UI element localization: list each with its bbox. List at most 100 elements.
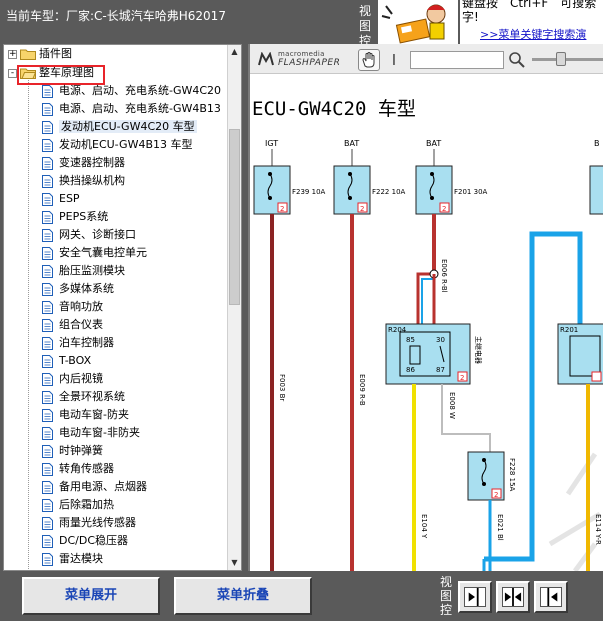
- view-split-button[interactable]: [496, 581, 530, 613]
- fuse-f228[interactable]: 2 F228 15A: [467, 451, 516, 501]
- flashpaper-logo: macromedia FLASHPAPER: [258, 50, 348, 70]
- panel-split-icon: [502, 587, 524, 607]
- tree-item[interactable]: 泊车控制器: [42, 334, 114, 352]
- tree-item[interactable]: 变速器控制器: [42, 154, 125, 172]
- wire-label: E114 Y-R: [594, 514, 602, 545]
- tree-item[interactable]: 时钟弹簧: [42, 442, 103, 460]
- tree-item[interactable]: 电源、启动、充电系统-GW4B13: [42, 100, 221, 118]
- scroll-down-arrow-icon[interactable]: ▼: [228, 556, 241, 570]
- text-select-tool[interactable]: I: [386, 49, 402, 71]
- document-icon: [42, 498, 53, 512]
- tree-item[interactable]: 电动车窗-防夹: [42, 406, 129, 424]
- fuse-source-label: B: [594, 139, 600, 148]
- scrollbar-thumb[interactable]: [229, 129, 240, 305]
- document-icon: [42, 480, 53, 494]
- tree-item-label: 电动车窗-防夹: [59, 408, 129, 421]
- page-number-input[interactable]: [410, 51, 504, 69]
- tree-root-plugin-diagram[interactable]: + 插件图: [8, 45, 72, 63]
- tree-item[interactable]: ESP: [42, 190, 80, 208]
- view-left-button[interactable]: [458, 581, 492, 613]
- tree-item[interactable]: 发动机ECU-GW4B13 车型: [42, 136, 193, 154]
- search-hint-line2: 字!: [462, 10, 479, 24]
- magnifier-icon[interactable]: [508, 51, 526, 69]
- tree-item-label: 转角传感器: [59, 462, 114, 475]
- document-icon: [42, 516, 53, 530]
- tree-item[interactable]: PEPS系统: [42, 208, 108, 226]
- zoom-slider-thumb[interactable]: [556, 52, 566, 66]
- tree-item[interactable]: 换挡操纵机构: [42, 172, 125, 190]
- fuse-f239[interactable]: IGT 2 F239 10A: [253, 139, 326, 215]
- tree-item-label: ESP: [59, 192, 80, 205]
- tree-item[interactable]: 胎压监测模块: [42, 262, 125, 280]
- document-icon: [42, 336, 53, 350]
- hand-icon: [362, 52, 375, 68]
- zoom-slider-track[interactable]: [532, 58, 603, 61]
- macromedia-logo-icon: [258, 52, 274, 66]
- tree-item[interactable]: 内后视镜: [42, 370, 103, 388]
- tree-item[interactable]: 雨量光线传感器: [42, 514, 136, 532]
- tree-item[interactable]: 音响功放: [42, 298, 103, 316]
- search-hint-panel: 键盘按 Ctrl+F 可搜索 字! >>菜单关键字搜索演: [460, 0, 603, 44]
- wire-e006-branch-blue[interactable]: [421, 278, 434, 324]
- menu-collapse-button[interactable]: 菜单折叠: [174, 577, 312, 615]
- tree-item[interactable]: 雷达模块: [42, 550, 103, 568]
- fuse-partial[interactable]: [589, 165, 603, 215]
- tree-item[interactable]: 组合仪表: [42, 316, 103, 334]
- fuse-f201[interactable]: BAT 2 F201 30A: [415, 139, 488, 215]
- tree-item[interactable]: 后除霜加热: [42, 496, 114, 514]
- tree-root-label: 插件图: [39, 47, 72, 60]
- tree-item-label: 电源、启动、充电系统-GW4C20: [59, 84, 222, 97]
- diagram-title: ECU-GW4C20 车型: [252, 98, 416, 120]
- wire-e006-branch-red[interactable]: [416, 272, 434, 324]
- relay-name: 主继电器: [474, 336, 483, 364]
- tree-guide-line: [28, 78, 29, 570]
- document-icon: [42, 228, 53, 242]
- document-icon: [42, 246, 53, 260]
- tree-item[interactable]: 网关、诊断接口: [42, 226, 136, 244]
- relay-r201[interactable]: R201: [557, 323, 603, 385]
- wiring-diagram[interactable]: IGT 2 F239 10A F003 Br BAT 2 F222 10A E0…: [250, 74, 603, 571]
- scroll-up-arrow-icon[interactable]: ▲: [228, 45, 241, 59]
- viewer-toolbar: macromedia FLASHPAPER I: [250, 44, 603, 74]
- relay-pin: 85: [406, 336, 415, 344]
- mascot-icon: [378, 0, 458, 44]
- tree-vertical-scrollbar[interactable]: ▲ ▼: [227, 45, 241, 570]
- collapse-minus-icon[interactable]: -: [8, 68, 17, 78]
- tree-item[interactable]: 转角传感器: [42, 460, 114, 478]
- fuse-label: F228 15A: [508, 458, 516, 492]
- view-control-label: 视图控: [440, 575, 453, 617]
- tree-item[interactable]: 备用电源、点烟器: [42, 478, 147, 496]
- tree-item-label: 变速器控制器: [59, 156, 125, 169]
- fuse-f222[interactable]: BAT 2 F222 10A: [333, 139, 406, 215]
- logo-bottom-text: FLASHPAPER: [278, 58, 341, 68]
- tree-item-label: 发动机ECU-GW4C20 车型: [59, 120, 197, 133]
- tree-item-label: PEPS系统: [59, 210, 109, 223]
- view-right-button[interactable]: [534, 581, 568, 613]
- flashpaper-viewer: macromedia FLASHPAPER I IGT 2 F239 10A F…: [248, 44, 603, 571]
- fuse-tag: 2: [494, 491, 498, 499]
- document-icon: [42, 84, 53, 98]
- tree-item[interactable]: 安全气囊电控单元: [42, 244, 147, 262]
- hand-tool-button[interactable]: [358, 49, 380, 71]
- fuse-source-label: BAT: [344, 139, 359, 148]
- tree-item-label: 备用电源、点烟器: [59, 480, 147, 493]
- tree-item[interactable]: 全景环视系统: [42, 388, 125, 406]
- tree-item[interactable]: 电动车窗-非防夹: [42, 424, 140, 442]
- wire-blue-loop[interactable]: [484, 231, 583, 562]
- expand-plus-icon[interactable]: +: [8, 49, 17, 59]
- relay-r204[interactable]: R204 85 30 86 87 2 主继电器: [385, 323, 483, 385]
- fuse-source-label: BAT: [426, 139, 441, 148]
- tree-item[interactable]: T-BOX: [42, 352, 91, 370]
- tree-item[interactable]: DC/DC稳压器: [42, 532, 128, 550]
- panel-right-icon: [540, 587, 562, 607]
- tree-item[interactable]: 多媒体系统: [42, 280, 114, 298]
- tree-item[interactable]: 电源、启动、充电系统-GW4C20: [42, 82, 221, 100]
- document-icon: [42, 102, 53, 116]
- fuse-label: F201 30A: [454, 188, 488, 196]
- current-car-model-label: 当前车型：厂家:C-长城汽车哈弗H62017: [6, 9, 226, 23]
- menu-keyword-search-link[interactable]: >>菜单关键字搜索演: [480, 26, 586, 42]
- relay-id: R201: [560, 326, 578, 334]
- menu-expand-button[interactable]: 菜单展开: [22, 577, 160, 615]
- tree-item[interactable]: 发动机ECU-GW4C20 车型: [42, 118, 197, 136]
- relay-pin: 87: [436, 366, 445, 374]
